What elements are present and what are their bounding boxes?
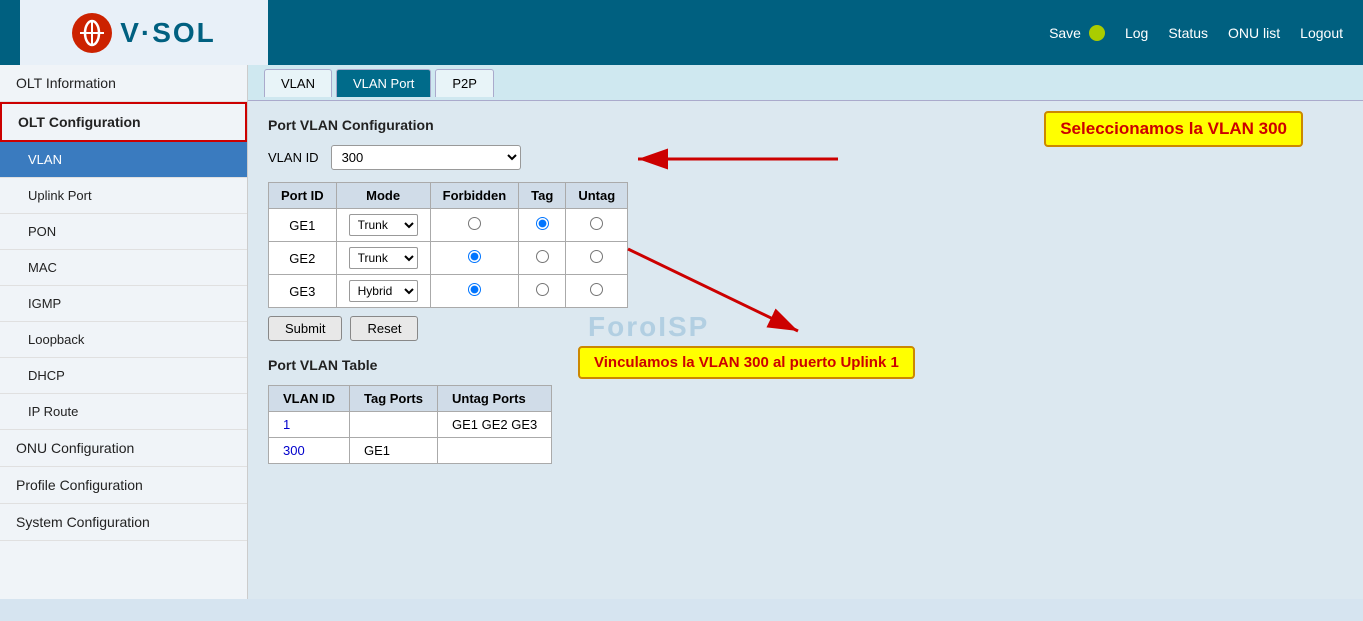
sidebar-item-pon[interactable]: PON [0, 214, 247, 250]
logo-icon [72, 13, 112, 53]
pvlan-row: 300 GE1 [269, 438, 552, 464]
col-forbidden: Forbidden [430, 183, 519, 209]
mode-select-ge3[interactable]: TrunkHybridAccess [349, 280, 418, 302]
sidebar-item-igmp[interactable]: IGMP [0, 286, 247, 322]
sidebar: OLT Information OLT Configuration VLAN U… [0, 65, 248, 599]
pvlan-untag-1: GE1 GE2 GE3 [438, 412, 552, 438]
mode-ge2[interactable]: TrunkHybridAccess [336, 242, 430, 275]
header-nav: Log Status ONU list Logout [1125, 25, 1343, 41]
sidebar-item-olt-information[interactable]: OLT Information [0, 65, 247, 102]
vlan-id-label: VLAN ID [268, 150, 319, 165]
table-row: GE1 TrunkHybridAccess [269, 209, 628, 242]
table-row: GE2 TrunkHybridAccess [269, 242, 628, 275]
status-link[interactable]: Status [1168, 25, 1208, 41]
mode-ge3[interactable]: TrunkHybridAccess [336, 275, 430, 308]
pvlan-col-tag: Tag Ports [350, 386, 438, 412]
col-port-id: Port ID [269, 183, 337, 209]
tag-ge1[interactable] [519, 209, 566, 242]
button-row: Submit Reset [268, 316, 1343, 341]
tag-ge2[interactable] [519, 242, 566, 275]
sidebar-item-olt-configuration[interactable]: OLT Configuration [0, 102, 247, 142]
vlan-id-row: VLAN ID 300 [268, 145, 1343, 170]
forbidden-ge3[interactable] [430, 275, 519, 308]
untag-ge3[interactable] [566, 275, 628, 308]
main-content: Seleccionamos la VLAN 300 Port VLAN Conf… [248, 101, 1363, 599]
tab-vlan-port[interactable]: VLAN Port [336, 69, 431, 97]
layout: OLT Information OLT Configuration VLAN U… [0, 65, 1363, 599]
tab-p2p[interactable]: P2P [435, 69, 494, 97]
pvlan-tag-1 [350, 412, 438, 438]
log-link[interactable]: Log [1125, 25, 1148, 41]
col-untag: Untag [566, 183, 628, 209]
reset-button[interactable]: Reset [350, 316, 418, 341]
col-tag: Tag [519, 183, 566, 209]
sidebar-item-loopback[interactable]: Loopback [0, 322, 247, 358]
pvlan-col-untag: Untag Ports [438, 386, 552, 412]
header-right: Save Log Status ONU list Logout [268, 25, 1343, 41]
mode-ge1[interactable]: TrunkHybridAccess [336, 209, 430, 242]
save-button[interactable]: Save [1049, 25, 1105, 41]
port-vlan-table: VLAN ID Tag Ports Untag Ports 1 GE1 GE2 … [268, 385, 552, 464]
logout-link[interactable]: Logout [1300, 25, 1343, 41]
forbidden-ge1[interactable] [430, 209, 519, 242]
mode-select-ge1[interactable]: TrunkHybridAccess [349, 214, 418, 236]
pvlan-tag-300: GE1 [350, 438, 438, 464]
untag-ge2[interactable] [566, 242, 628, 275]
logo: V·SOL [72, 13, 216, 53]
annotation-2: Vinculamos la VLAN 300 al puerto Uplink … [578, 346, 915, 379]
tab-vlan[interactable]: VLAN [264, 69, 332, 97]
pvlan-row: 1 GE1 GE2 GE3 [269, 412, 552, 438]
sidebar-item-onu-configuration[interactable]: ONU Configuration [0, 430, 247, 467]
logo-area: V·SOL [20, 0, 268, 65]
sidebar-item-mac[interactable]: MAC [0, 250, 247, 286]
mode-select-ge2[interactable]: TrunkHybridAccess [349, 247, 418, 269]
col-mode: Mode [336, 183, 430, 209]
port-id-ge1: GE1 [269, 209, 337, 242]
pvlan-col-id: VLAN ID [269, 386, 350, 412]
onu-list-link[interactable]: ONU list [1228, 25, 1280, 41]
submit-button[interactable]: Submit [268, 316, 342, 341]
pvlan-id-1[interactable]: 1 [269, 412, 350, 438]
untag-ge1[interactable] [566, 209, 628, 242]
status-dot [1089, 25, 1105, 41]
logo-text: V·SOL [120, 17, 216, 49]
sidebar-item-uplink-port[interactable]: Uplink Port [0, 178, 247, 214]
port-id-ge2: GE2 [269, 242, 337, 275]
sidebar-item-profile-configuration[interactable]: Profile Configuration [0, 467, 247, 504]
sidebar-item-dhcp[interactable]: DHCP [0, 358, 247, 394]
port-config-table: Port ID Mode Forbidden Tag Untag GE1 Tru… [268, 182, 628, 308]
pvlan-untag-300 [438, 438, 552, 464]
annotation-1: Seleccionamos la VLAN 300 [1044, 111, 1303, 147]
tag-ge3[interactable] [519, 275, 566, 308]
tabs-bar: VLAN VLAN Port P2P [248, 65, 1363, 101]
sidebar-item-system-configuration[interactable]: System Configuration [0, 504, 247, 541]
sidebar-item-ip-route[interactable]: IP Route [0, 394, 247, 430]
port-id-ge3: GE3 [269, 275, 337, 308]
table-row: GE3 TrunkHybridAccess [269, 275, 628, 308]
forbidden-ge2[interactable] [430, 242, 519, 275]
vlan-id-select[interactable]: 300 [331, 145, 521, 170]
header: V·SOL Save Log Status ONU list Logout [0, 0, 1363, 65]
sidebar-item-vlan[interactable]: VLAN [0, 142, 247, 178]
pvlan-id-300[interactable]: 300 [269, 438, 350, 464]
